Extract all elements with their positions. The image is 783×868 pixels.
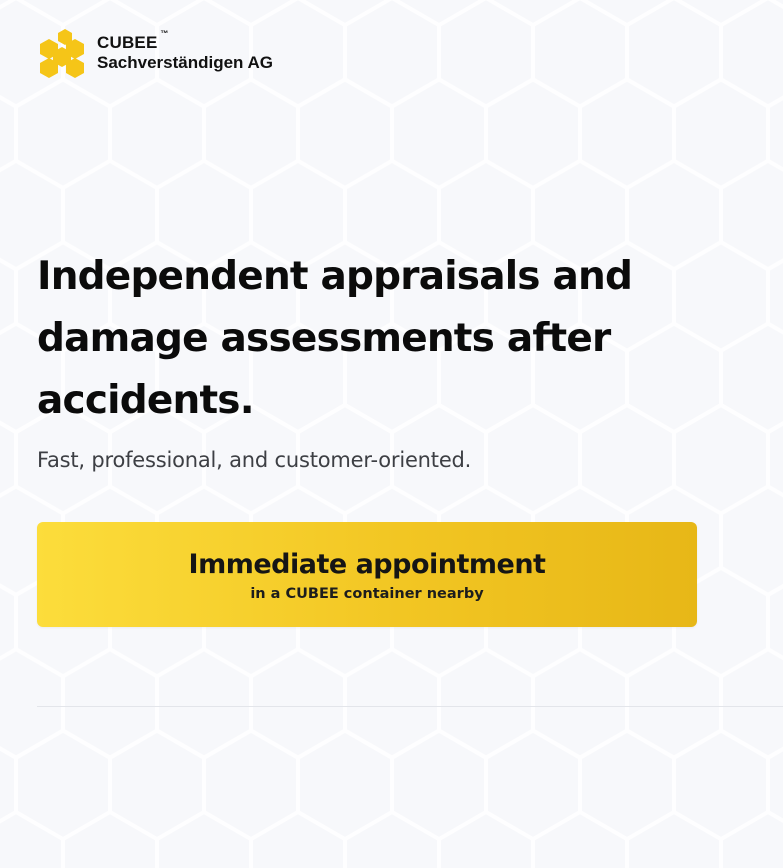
section-divider bbox=[37, 706, 783, 707]
brand-logo[interactable]: CUBEE ™ Sachverständigen AG bbox=[37, 28, 273, 78]
brand-name: CUBEE ™ bbox=[97, 29, 169, 53]
cta-subtitle: in a CUBEE container nearby bbox=[250, 585, 484, 602]
immediate-appointment-button[interactable]: Immediate appointment in a CUBEE contain… bbox=[37, 522, 697, 627]
trademark-mark: ™ bbox=[160, 29, 169, 39]
cta-title: Immediate appointment bbox=[188, 548, 546, 580]
hero-headline: Independent appraisals and damage assess… bbox=[37, 254, 633, 423]
honeycomb-background bbox=[0, 0, 783, 868]
honeycomb-logo-icon bbox=[40, 29, 84, 78]
hero-subline: Fast, professional, and customer-oriente… bbox=[37, 448, 472, 472]
brand-text: CUBEE ™ Sachverständigen AG bbox=[97, 29, 274, 72]
brand-subtitle: Sachverständigen AG bbox=[97, 53, 274, 72]
